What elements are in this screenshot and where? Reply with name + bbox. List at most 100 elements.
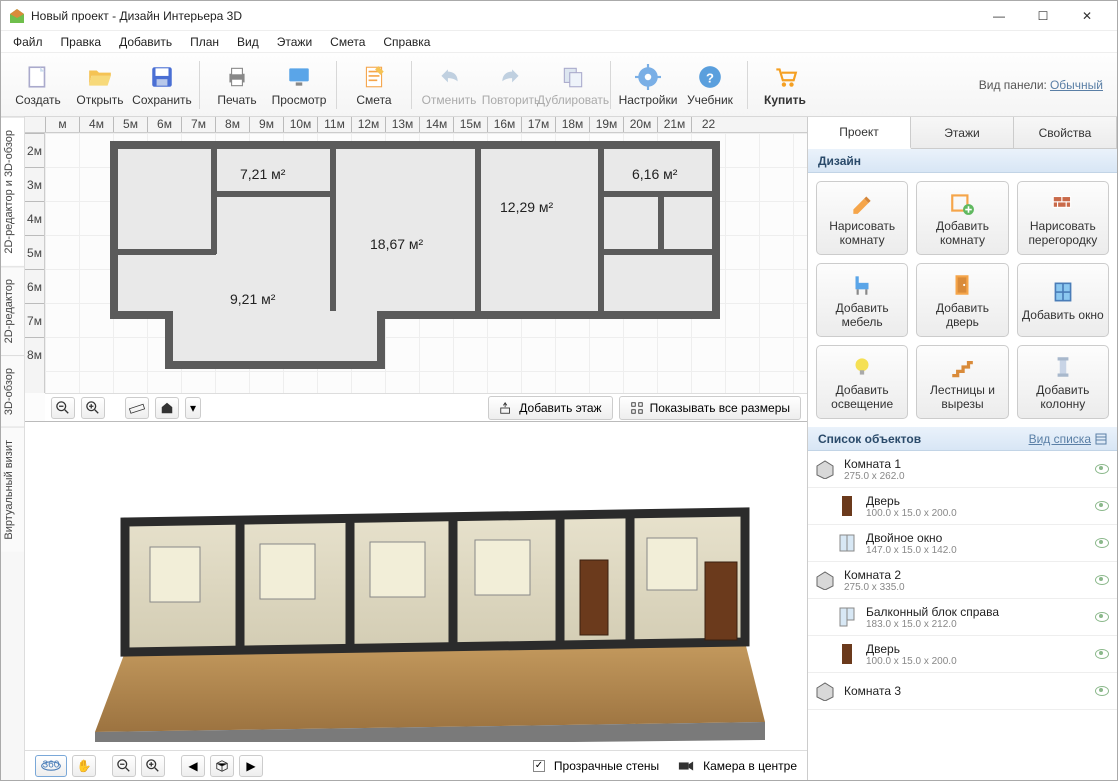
add-room-button[interactable]: Добавить комнату <box>916 181 1008 255</box>
pan-button[interactable]: ✋ <box>72 755 96 777</box>
undo-button[interactable]: Отменить <box>418 57 480 113</box>
home-button[interactable] <box>155 397 179 419</box>
create-button[interactable]: Создать <box>7 57 69 113</box>
dimensions-icon <box>630 401 644 415</box>
menu-plan[interactable]: План <box>182 33 227 51</box>
visibility-toggle[interactable] <box>1095 649 1109 659</box>
vtab-2d-3d[interactable]: 2D-редактор и 3D-обзор <box>1 117 24 266</box>
add-floor-button[interactable]: Добавить этаж <box>488 396 612 420</box>
object-balcony-block[interactable]: Балконный блок справа183.0 x 15.0 x 212.… <box>808 599 1117 636</box>
ruler-vertical: 2м3м4м5м6м7м8м <box>25 133 45 393</box>
redo-button[interactable]: Повторить <box>480 57 542 113</box>
menu-floors[interactable]: Этажи <box>269 33 320 51</box>
duplicate-button[interactable]: Дублировать <box>542 57 604 113</box>
add-furniture-button[interactable]: Добавить мебель <box>816 263 908 337</box>
tab-floors[interactable]: Этажи <box>911 117 1014 148</box>
visibility-toggle[interactable] <box>1095 538 1109 548</box>
object-tree[interactable]: Комната 1275.0 x 262.0 Дверь100.0 x 15.0… <box>808 451 1117 780</box>
plan-2d-view[interactable]: м4м5м6м7м8м9м10м11м12м13м14м15м16м17м18м… <box>25 117 807 422</box>
column-icon <box>1050 354 1076 380</box>
object-door-1[interactable]: Дверь100.0 x 15.0 x 200.0 <box>808 488 1117 525</box>
add-floor-icon <box>499 401 513 415</box>
draw-room-button[interactable]: Нарисовать комнату <box>816 181 908 255</box>
menu-estimate[interactable]: Смета <box>322 33 373 51</box>
svg-text:?: ? <box>706 70 714 85</box>
camera-icon <box>678 760 694 772</box>
zoom-in-button[interactable] <box>81 397 105 419</box>
save-button[interactable]: Сохранить <box>131 57 193 113</box>
view-next-button[interactable]: ▶ <box>239 755 263 777</box>
redo-icon <box>497 63 525 91</box>
view-cube-button[interactable] <box>210 755 234 777</box>
estimate-button[interactable]: Смета <box>343 57 405 113</box>
menu-bar: Файл Правка Добавить План Вид Этажи Смет… <box>1 31 1117 53</box>
vtab-2d[interactable]: 2D-редактор <box>1 266 24 355</box>
zoom-out-3d-button[interactable] <box>112 755 136 777</box>
preview-button[interactable]: Просмотр <box>268 57 330 113</box>
view-3d[interactable]: ТВОИ ПРОГРАММЫ РУ 360 ✋ ◀ ▶ ✓ Прозрачные… <box>25 422 807 780</box>
tab-properties[interactable]: Свойства <box>1014 117 1117 148</box>
notepad-icon <box>360 63 388 91</box>
brick-wall-icon <box>1050 190 1076 216</box>
settings-button[interactable]: Настройки <box>617 57 679 113</box>
vtab-virtual[interactable]: Виртуальный визит <box>1 427 24 552</box>
visibility-toggle[interactable] <box>1095 464 1109 474</box>
door-small-icon <box>836 492 858 520</box>
add-light-button[interactable]: Добавить освещение <box>816 345 908 419</box>
room-area-3: 12,29 м² <box>500 199 553 215</box>
object-door-2[interactable]: Дверь100.0 x 15.0 x 200.0 <box>808 636 1117 673</box>
gear-icon <box>634 63 662 91</box>
add-window-button[interactable]: Добавить окно <box>1017 263 1109 337</box>
transparent-walls-checkbox[interactable]: ✓ <box>533 760 545 772</box>
tab-project[interactable]: Проект <box>808 117 911 149</box>
list-view-link[interactable]: Вид списка <box>1029 432 1107 446</box>
folder-open-icon <box>86 63 114 91</box>
open-button[interactable]: Открыть <box>69 57 131 113</box>
dropdown-button[interactable]: ▾ <box>185 397 201 419</box>
zoom-in-3d-button[interactable] <box>141 755 165 777</box>
visibility-toggle[interactable] <box>1095 612 1109 622</box>
object-room-1[interactable]: Комната 1275.0 x 262.0 <box>808 451 1117 488</box>
chair-icon <box>849 272 875 298</box>
menu-edit[interactable]: Правка <box>53 33 110 51</box>
draw-partition-button[interactable]: Нарисовать перегородку <box>1017 181 1109 255</box>
view-prev-button[interactable]: ◀ <box>181 755 205 777</box>
show-dims-button[interactable]: Показывать все размеры <box>619 396 801 420</box>
stairs-button[interactable]: Лестницы и вырезы <box>916 345 1008 419</box>
pencil-icon <box>849 190 875 216</box>
add-door-button[interactable]: Добавить дверь <box>916 263 1008 337</box>
object-room-2[interactable]: Комната 2275.0 x 335.0 <box>808 562 1117 599</box>
room-area-4: 6,16 м² <box>632 166 677 182</box>
title-bar: Новый проект - Дизайн Интерьера 3D — ☐ ✕ <box>1 1 1117 31</box>
vtab-3d[interactable]: 3D-обзор <box>1 355 24 427</box>
menu-view[interactable]: Вид <box>229 33 267 51</box>
panel-mode-link[interactable]: Обычный <box>1050 78 1103 92</box>
minimize-button[interactable]: — <box>977 2 1021 30</box>
window-title: Новый проект - Дизайн Интерьера 3D <box>31 9 977 23</box>
close-button[interactable]: ✕ <box>1065 2 1109 30</box>
maximize-button[interactable]: ☐ <box>1021 2 1065 30</box>
buy-button[interactable]: Купить <box>754 57 816 113</box>
menu-file[interactable]: Файл <box>5 33 51 51</box>
tutorial-button[interactable]: ?Учебник <box>679 57 741 113</box>
undo-icon <box>435 63 463 91</box>
measure-button[interactable] <box>125 397 149 419</box>
properties-panel: Проект Этажи Свойства Дизайн Нарисовать … <box>807 117 1117 780</box>
zoom-out-button[interactable] <box>51 397 75 419</box>
camera-center-label[interactable]: Камера в центре <box>703 759 797 773</box>
stairs-icon <box>949 354 975 380</box>
visibility-toggle[interactable] <box>1095 686 1109 696</box>
add-column-button[interactable]: Добавить колонну <box>1017 345 1109 419</box>
visibility-toggle[interactable] <box>1095 501 1109 511</box>
menu-add[interactable]: Добавить <box>111 33 180 51</box>
design-section-header: Дизайн <box>808 149 1117 173</box>
app-icon <box>9 8 25 24</box>
visibility-toggle[interactable] <box>1095 575 1109 585</box>
transparent-walls-label: Прозрачные стены <box>554 759 659 773</box>
object-room-3[interactable]: Комната 3 <box>808 673 1117 710</box>
print-button[interactable]: Печать <box>206 57 268 113</box>
object-window-1[interactable]: Двойное окно147.0 x 15.0 x 142.0 <box>808 525 1117 562</box>
floor-plan[interactable]: 7,21 м² 18,67 м² 12,29 м² 6,16 м² 9,21 м… <box>110 141 720 369</box>
menu-help[interactable]: Справка <box>375 33 438 51</box>
rotate-360-button[interactable]: 360 <box>35 755 67 777</box>
